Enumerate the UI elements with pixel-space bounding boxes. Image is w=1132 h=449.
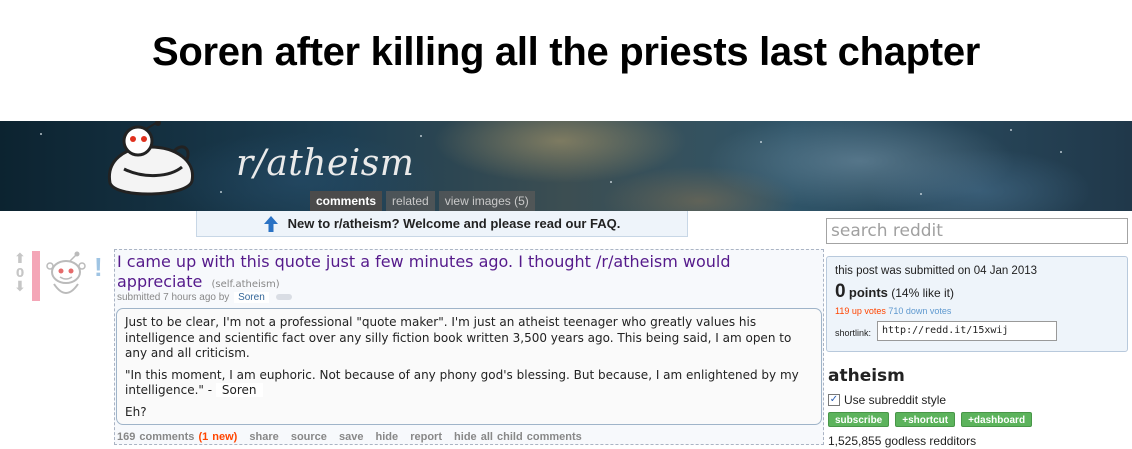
report-link[interactable]: report — [410, 431, 442, 443]
subreddit-header-banner: r/atheism comments related view images (… — [0, 121, 1132, 211]
subreddit-style-toggle[interactable]: ✓ Use subreddit style — [828, 393, 946, 407]
subreddit-name[interactable]: r/atheism — [236, 143, 414, 184]
quote-author: Soren — [215, 383, 263, 397]
post-info-box: this post was submitted on 04 Jan 2013 0… — [826, 256, 1128, 352]
share-link[interactable]: share — [249, 431, 278, 443]
faq-notice-bar[interactable]: New to r/atheism? Welcome and please rea… — [196, 211, 688, 237]
reddit-alien-logo[interactable] — [104, 121, 200, 199]
hide-child-comments-link[interactable]: hide all child comments — [454, 431, 582, 443]
sidebar-subreddit-title[interactable]: atheism — [828, 366, 905, 386]
save-link[interactable]: save — [339, 431, 363, 443]
source-link[interactable]: source — [291, 431, 327, 443]
submitted-date: this post was submitted on 04 Jan 2013 — [835, 265, 1038, 277]
down-votes: 710 down votes — [888, 306, 952, 316]
post-action-bar: 169 comments (1 new) share source save hi… — [117, 431, 590, 443]
vote-column: ⬆ 0 ⬇ — [10, 252, 30, 294]
shortlink-label: shortlink: — [835, 328, 872, 338]
selftext-paragraph: Just to be clear, I'm not a professional… — [125, 315, 792, 360]
subscriber-count: 1,525,855 godless redditors — [828, 434, 977, 448]
new-comments-count[interactable]: (1 new) — [198, 431, 237, 443]
post-tabs: comments related view images (5) — [310, 191, 535, 211]
search-input[interactable]: search reddit — [826, 218, 1128, 244]
post-tagline: submitted 7 hours ago by Soren — [117, 292, 292, 303]
upvote-arrow-icon[interactable]: ⬆ — [10, 252, 30, 266]
points-value: 0 — [835, 281, 846, 302]
tab-view-images[interactable]: view images (5) — [438, 191, 535, 211]
like-percentage: (14% like it) — [891, 286, 954, 300]
selftext-closing: Eh? — [125, 404, 147, 419]
use-style-label: Use subreddit style — [844, 393, 947, 407]
comments-link[interactable]: 169 comments — [117, 431, 194, 443]
points-summary: 0 points (14% like it) — [835, 281, 954, 303]
downvote-ratio-bar — [32, 251, 40, 301]
dashboard-button[interactable]: +dashboard — [961, 412, 1033, 427]
tab-comments[interactable]: comments — [310, 191, 383, 211]
shortlink-field[interactable]: http://redd.it/15xwij — [877, 321, 1057, 341]
post-domain[interactable]: (self.atheism) — [211, 279, 279, 290]
post-title-link[interactable]: I came up with this quote just a few min… — [117, 252, 731, 291]
meme-caption: Soren after killing all the priests last… — [151, 30, 981, 74]
selftext-quote: "In this moment, I am euphoric. Not beca… — [125, 368, 813, 399]
shortcut-button[interactable]: +shortcut — [895, 412, 956, 427]
subscription-buttons: subscribe +shortcut +dashboard — [828, 412, 1033, 427]
flair-tag — [275, 294, 292, 301]
tab-related[interactable]: related — [386, 191, 435, 211]
downvote-arrow-icon[interactable]: ⬇ — [10, 280, 30, 294]
self-post-thumbnail-icon[interactable] — [44, 250, 88, 302]
faq-notice-text: New to r/atheism? Welcome and please rea… — [287, 216, 621, 231]
author-link[interactable]: Soren — [234, 292, 269, 303]
subscribe-button[interactable]: subscribe — [828, 412, 890, 427]
vote-breakdown: 119 up votes 710 down votes — [835, 306, 951, 316]
up-votes: 119 up votes — [835, 306, 886, 316]
post-selftext: Just to be clear, I'm not a professional… — [116, 308, 822, 425]
points-label: points — [848, 285, 888, 300]
hide-link[interactable]: hide — [376, 431, 399, 443]
post-title: I came up with this quote just a few min… — [117, 252, 807, 295]
up-arrow-icon — [263, 215, 278, 232]
checkbox-checked-icon[interactable]: ✓ — [828, 394, 840, 406]
exclamation-icon: ! — [94, 252, 103, 282]
submitted-text: submitted 7 hours ago by — [117, 292, 230, 303]
vote-score: 0 — [15, 266, 25, 280]
